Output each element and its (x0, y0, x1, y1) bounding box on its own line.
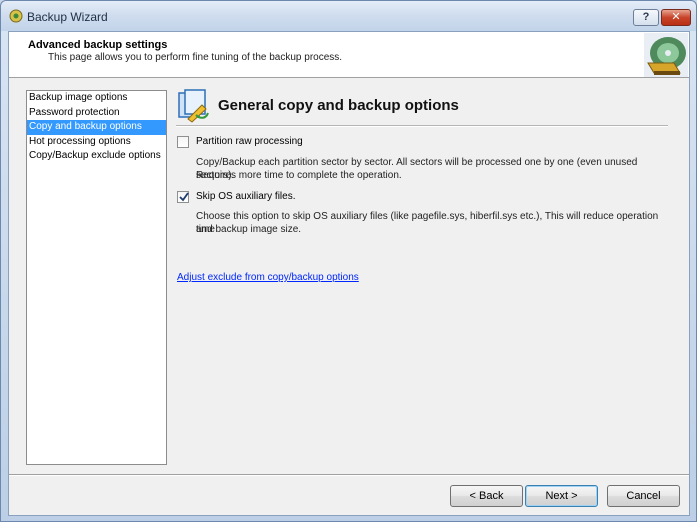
sidebar-item-password-protection[interactable]: Password protection (27, 106, 166, 121)
backup-wizard-icon (9, 9, 23, 23)
options-panel: General copy and backup options Partitio… (176, 89, 670, 469)
section-title: General copy and backup options (218, 97, 459, 114)
copy-options-icon (176, 89, 210, 123)
cancel-button[interactable]: Cancel (607, 485, 680, 507)
back-button[interactable]: < Back (450, 485, 523, 507)
sidebar-item-backup-image-options[interactable]: Backup image options (27, 91, 166, 106)
backup-wizard-window: Backup Wizard ? ✕ Advanced backup settin… (0, 0, 697, 522)
window-title: Backup Wizard (27, 10, 108, 24)
next-button[interactable]: Next > (525, 485, 598, 507)
disk-backup-logo-icon (644, 33, 688, 77)
page-subtitle: This page allows you to perform fine tun… (48, 52, 343, 63)
settings-category-list[interactable]: Backup image options Password protection… (26, 90, 167, 465)
skip-os-auxiliary-files-checkbox[interactable] (177, 191, 189, 203)
wizard-client-area: Advanced backup settings This page allow… (8, 31, 690, 516)
title-bar[interactable]: Backup Wizard ? ✕ (1, 1, 696, 31)
sidebar-item-copy-and-backup-options[interactable]: Copy and backup options (27, 120, 166, 135)
adjust-exclude-options-link[interactable]: Adjust exclude from copy/backup options (177, 272, 359, 283)
sidebar-item-copy-backup-exclude-options[interactable]: Copy/Backup exclude options (27, 149, 166, 164)
page-title: Advanced backup settings (28, 39, 168, 51)
footer-divider (9, 474, 689, 476)
section-divider (176, 125, 668, 127)
wizard-header: Advanced backup settings This page allow… (9, 32, 689, 78)
skip-os-auxiliary-files-desc-line2: and backup image size. (196, 224, 302, 235)
sidebar-item-hot-processing-options[interactable]: Hot processing options (27, 135, 166, 150)
checkmark-icon (179, 192, 189, 202)
partition-raw-processing-checkbox[interactable] (177, 136, 189, 148)
help-button[interactable]: ? (633, 9, 659, 26)
partition-raw-processing-desc-line2: Requires more time to complete the opera… (196, 170, 402, 181)
close-button[interactable]: ✕ (661, 9, 691, 26)
partition-raw-processing-label[interactable]: Partition raw processing (196, 136, 303, 147)
skip-os-auxiliary-files-label[interactable]: Skip OS auxiliary files. (196, 191, 295, 202)
